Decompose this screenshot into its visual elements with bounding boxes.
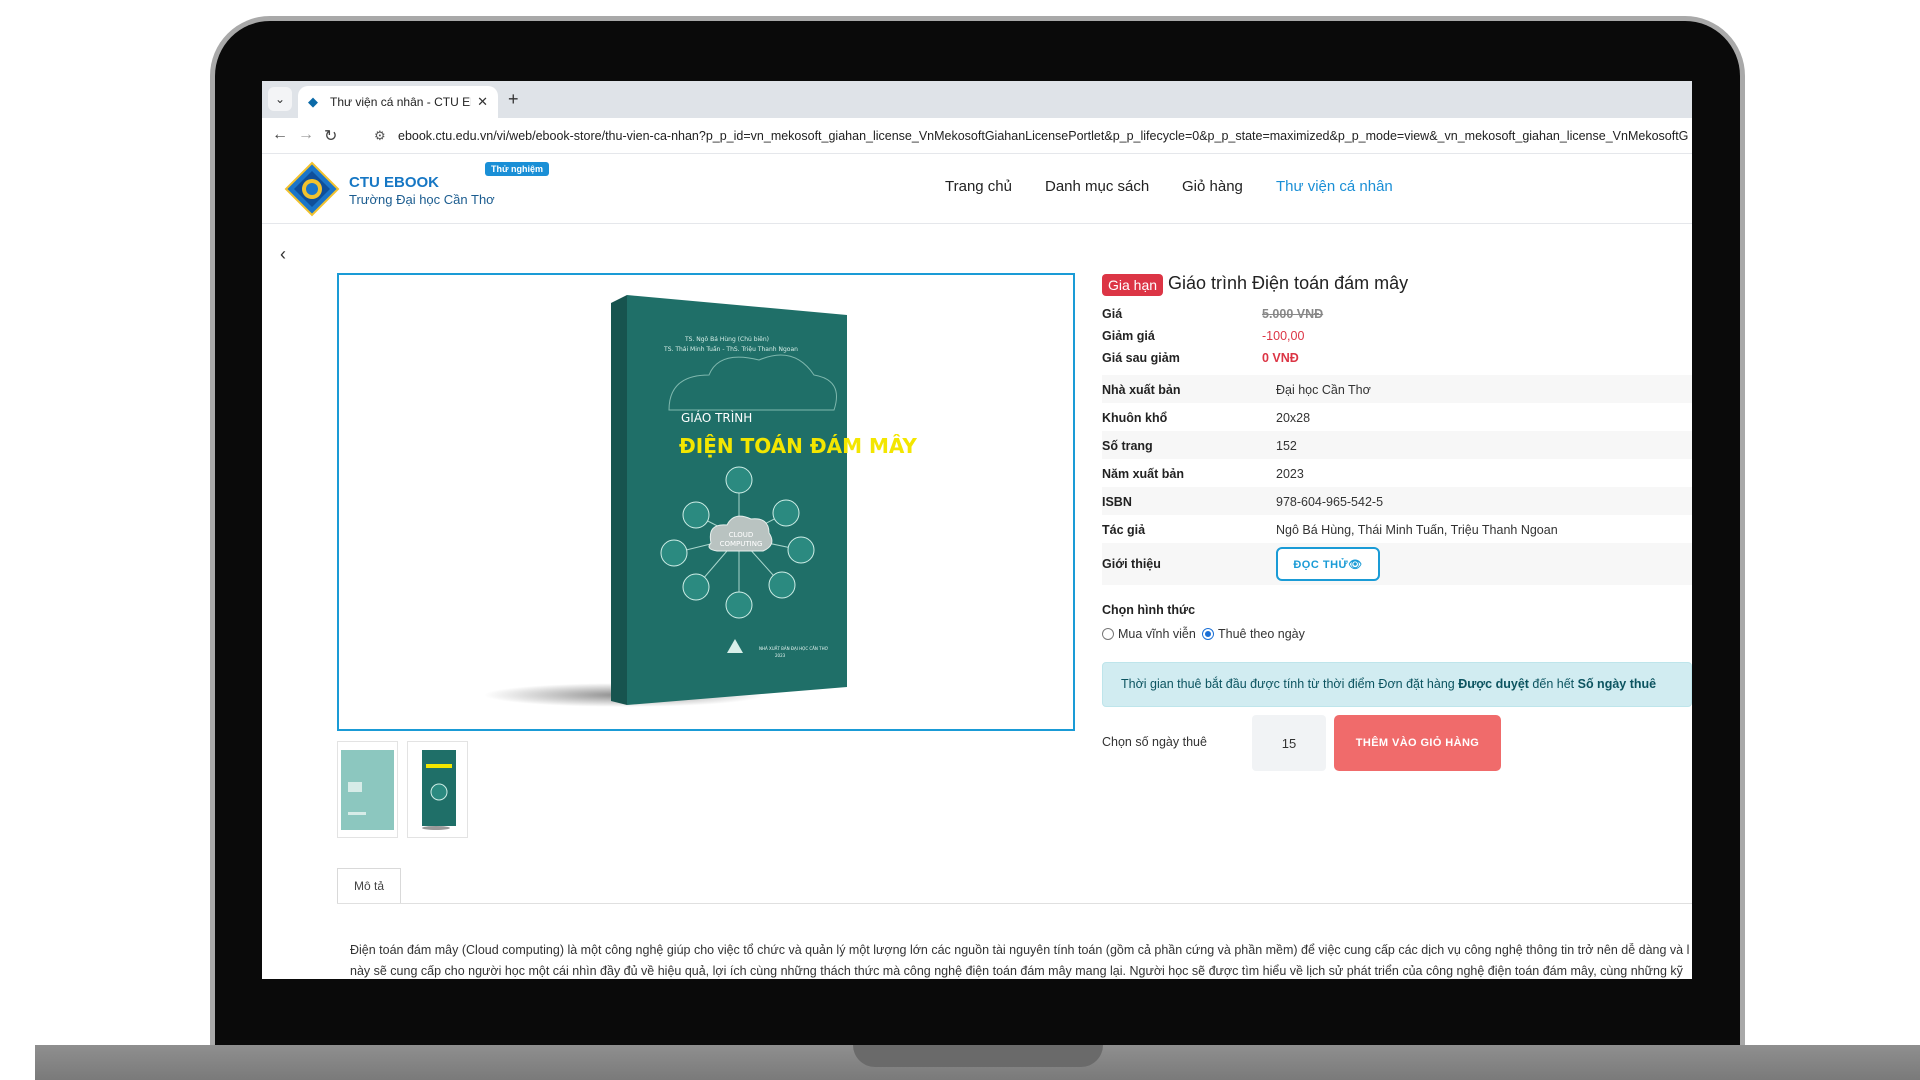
rental-notice: Thời gian thuê bắt đầu được tính từ thời… xyxy=(1102,662,1692,707)
ctu-favicon-icon: ◆ xyxy=(308,94,318,109)
thumbnail-back-image xyxy=(341,750,394,830)
thumbnail-back-cover[interactable] xyxy=(337,741,398,838)
nav-personal-library[interactable]: Thư viện cá nhân xyxy=(1276,178,1393,195)
tab-title: Thư viện cá nhân - CTU Ebook xyxy=(330,95,471,109)
product-title: Giáo trình Điện toán đám mây xyxy=(1168,273,1409,293)
spec-row-bg xyxy=(1102,543,1692,585)
original-price: 5.000 VNĐ xyxy=(1262,307,1324,321)
browser-tab-active[interactable]: ◆ Thư viện cá nhân - CTU Ebook ✕ xyxy=(298,86,498,118)
tab-close-icon[interactable]: ✕ xyxy=(477,94,488,110)
back-arrow-icon[interactable]: ← xyxy=(272,126,288,144)
cover-title: ĐIỆN TOÁN ĐÁM MÂY xyxy=(679,434,917,458)
cover-year: 2023 xyxy=(775,653,786,658)
book-cover-image: TS. Ngô Bá Hùng (Chủ biên) TS. Thái Minh… xyxy=(484,295,917,707)
tab-description[interactable]: Mô tả xyxy=(337,868,401,904)
spec-value: 20x28 xyxy=(1276,411,1311,425)
brand-subtitle: Trường Đại học Cần Thơ xyxy=(349,192,495,207)
stage: ⌄ ◆ Thư viện cá nhân - CTU Ebook ✕ + ← →… xyxy=(0,0,1920,1080)
thumbnail-front-image xyxy=(422,750,456,830)
notice-bold: Số ngày thuê xyxy=(1577,677,1657,691)
forward-arrow-icon[interactable]: → xyxy=(298,126,314,144)
new-tab-button[interactable]: + xyxy=(508,89,519,110)
spec-value: 2023 xyxy=(1276,467,1304,481)
format-label: Chọn hình thức xyxy=(1102,603,1196,617)
tab-search-chevron-icon[interactable]: ⌄ xyxy=(268,87,292,111)
beta-badge: Thử nghiệm xyxy=(485,162,550,176)
laptop-screen: ⌄ ◆ Thư viện cá nhân - CTU Ebook ✕ + ← →… xyxy=(262,81,1692,979)
spec-label: ISBN xyxy=(1102,495,1132,509)
cover-publisher: NHÀ XUẤT BẢN ĐẠI HỌC CẦN THƠ xyxy=(759,646,829,651)
radio-buy-permanent[interactable]: Mua vĩnh viễn xyxy=(1102,627,1196,641)
nav-home[interactable]: Trang chủ xyxy=(945,178,1012,195)
final-price-label: Giá sau giảm xyxy=(1102,351,1180,365)
url-field[interactable]: ebook.ctu.edu.vn/vi/web/ebook-store/thu-… xyxy=(398,129,1688,143)
brand-name[interactable]: CTU EBOOK xyxy=(349,174,439,191)
spec-label: Nhà xuất bản xyxy=(1102,383,1181,397)
spec-label: Năm xuất bản xyxy=(1102,467,1184,481)
intro-label: Giới thiệu xyxy=(1102,557,1161,571)
description-line-2: này sẽ cung cấp cho người học một cái nh… xyxy=(350,964,1683,978)
rental-days-input[interactable]: 15 xyxy=(1252,715,1326,771)
discount-label: Giảm giá xyxy=(1102,329,1155,343)
spec-row-bg xyxy=(1102,487,1692,515)
spec-label: Khuôn khổ xyxy=(1102,411,1168,425)
notice-text: đến hết xyxy=(1528,677,1578,691)
final-price: 0 VNĐ xyxy=(1262,351,1299,365)
spec-value: 152 xyxy=(1276,439,1297,453)
spec-row-bg xyxy=(1102,375,1692,403)
reload-icon[interactable]: ↻ xyxy=(324,126,337,146)
thumbnail-front-cover[interactable] xyxy=(407,741,468,838)
laptop-notch xyxy=(853,1045,1103,1067)
renew-status-badge: Gia hạn xyxy=(1102,274,1164,296)
discount-value: -100,00 xyxy=(1262,329,1305,343)
spec-label: Số trang xyxy=(1102,439,1153,453)
site-settings-icon[interactable]: ⚙ xyxy=(374,128,386,144)
spec-value: Đại học Cần Thơ xyxy=(1276,383,1371,397)
radio-circle[interactable] xyxy=(1102,628,1114,640)
browser-tab-bar: ⌄ ◆ Thư viện cá nhân - CTU Ebook ✕ + xyxy=(262,81,1692,118)
radio-label: Thuê theo ngày xyxy=(1218,627,1305,641)
spec-row-bg xyxy=(1102,431,1692,459)
radio-rent-daily[interactable]: Thuê theo ngày xyxy=(1202,627,1305,641)
rental-days-label: Chọn số ngày thuê xyxy=(1102,735,1207,749)
read-preview-button[interactable]: ĐỌC THỬ👁 xyxy=(1276,547,1380,581)
notice-bold: Được duyệt xyxy=(1458,677,1529,691)
ctu-logo-icon[interactable] xyxy=(284,161,340,217)
back-chevron-icon[interactable]: ‹ xyxy=(280,244,286,265)
nav-cart[interactable]: Giỏ hàng xyxy=(1182,178,1243,195)
tab-underline xyxy=(337,903,1692,904)
add-to-cart-button[interactable]: THÊM VÀO GIỎ HÀNG xyxy=(1334,715,1501,771)
browser-address-bar: ← → ↻ ⚙ ebook.ctu.edu.vn/vi/web/ebook-st… xyxy=(262,118,1692,154)
cover-authors-1: TS. Ngô Bá Hùng (Chủ biên) xyxy=(684,336,769,343)
price-label: Giá xyxy=(1102,307,1123,321)
radio-circle-selected[interactable] xyxy=(1202,628,1214,640)
nav-categories[interactable]: Danh mục sách xyxy=(1045,178,1149,195)
spec-value: 978-604-965-542-5 xyxy=(1276,495,1384,509)
radio-label: Mua vĩnh viễn xyxy=(1118,627,1196,641)
notice-text: Thời gian thuê bắt đầu được tính từ thời… xyxy=(1121,677,1459,691)
spec-label: Tác giả xyxy=(1102,523,1146,537)
main-product-image[interactable]: TS. Ngô Bá Hùng (Chủ biên) TS. Thái Minh… xyxy=(337,273,1075,731)
cover-cloud-1: CLOUD xyxy=(729,531,754,539)
description-line-1: Điện toán đám mây (Cloud computing) là m… xyxy=(350,943,1690,957)
site-header: CTU EBOOK Trường Đại học Cần Thơ Thử ngh… xyxy=(262,154,1692,224)
cover-series: GIÁO TRÌNH xyxy=(681,410,752,425)
spec-value: Ngô Bá Hùng, Thái Minh Tuấn, Triệu Thanh… xyxy=(1276,523,1558,537)
cover-authors-2: TS. Thái Minh Tuấn - ThS. Triệu Thanh Ng… xyxy=(663,346,798,353)
cover-cloud-2: COMPUTING xyxy=(720,540,763,548)
